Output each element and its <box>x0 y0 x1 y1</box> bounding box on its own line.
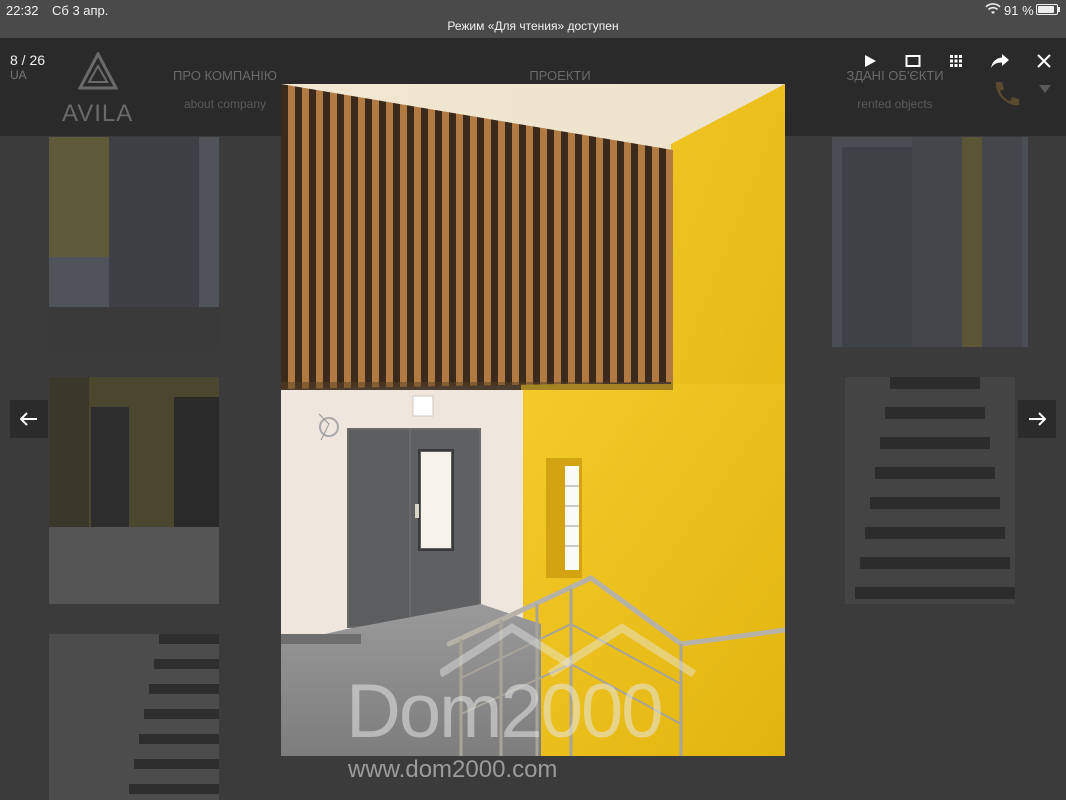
next-image-button[interactable] <box>1018 400 1056 438</box>
watermark-logo: Dom2000 <box>346 669 664 754</box>
watermark-url: www.dom2000.com <box>348 756 558 783</box>
nav-rented-sub: rented objects <box>857 97 933 111</box>
grid-button[interactable] <box>943 48 969 74</box>
previous-image-button[interactable] <box>10 400 48 438</box>
phone-icon[interactable] <box>988 76 1024 112</box>
wifi-icon <box>985 3 1001 14</box>
gallery-thumbnail[interactable] <box>832 137 1028 347</box>
play-button[interactable] <box>857 48 883 74</box>
nav-about-sub: about company <box>183 97 267 111</box>
share-button[interactable] <box>987 48 1013 74</box>
language-switch[interactable]: UA <box>10 68 27 82</box>
chevron-down-icon[interactable] <box>1038 84 1052 94</box>
stairs-thumbnail-image <box>845 377 1015 604</box>
reader-mode-notice[interactable]: Режим «Для чтения» доступен <box>0 19 1066 33</box>
close-button[interactable] <box>1031 48 1057 74</box>
nav-about-label: ПРО КОМПАНІЮ <box>173 68 277 83</box>
nav-rented[interactable]: ЗДАНІ ОБ'ЄКТИ rented objects <box>835 68 955 111</box>
building-thumbnail-image <box>49 137 219 347</box>
site-logo-text: AVILA <box>62 100 134 127</box>
status-date: Сб 3 апр. <box>52 3 109 18</box>
avila-logo-icon <box>78 52 118 90</box>
gallery-thumbnail[interactable] <box>49 634 219 800</box>
gallery-thumbnail[interactable] <box>49 377 219 604</box>
share-icon <box>991 54 1009 68</box>
battery-percent: 91 % <box>1004 3 1034 18</box>
battery-icon <box>1036 4 1060 15</box>
building-thumbnail-image <box>832 137 1028 347</box>
nav-about[interactable]: ПРО КОМПАНІЮ about company <box>165 68 285 111</box>
close-icon <box>1037 54 1051 68</box>
stairs-thumbnail-image <box>49 634 219 800</box>
arrow-right-icon <box>1029 412 1046 426</box>
gallery-thumbnail[interactable] <box>49 137 219 347</box>
site-logo: AVILA <box>50 48 150 128</box>
play-icon <box>865 55 876 67</box>
arrow-left-icon <box>20 412 37 426</box>
fullscreen-icon <box>905 55 921 67</box>
nav-projects-label: ПРОЕКТИ <box>529 68 591 83</box>
grid-icon <box>950 55 962 67</box>
status-time: 22:32 <box>6 3 39 18</box>
gallery-thumbnail[interactable] <box>845 377 1015 604</box>
corridor-thumbnail-image <box>49 377 219 604</box>
image-counter: 8 / 26 <box>10 52 46 68</box>
fullscreen-button[interactable] <box>900 48 926 74</box>
status-bar: 22:32 Сб 3 апр. Режим «Для чтения» досту… <box>0 0 1066 38</box>
